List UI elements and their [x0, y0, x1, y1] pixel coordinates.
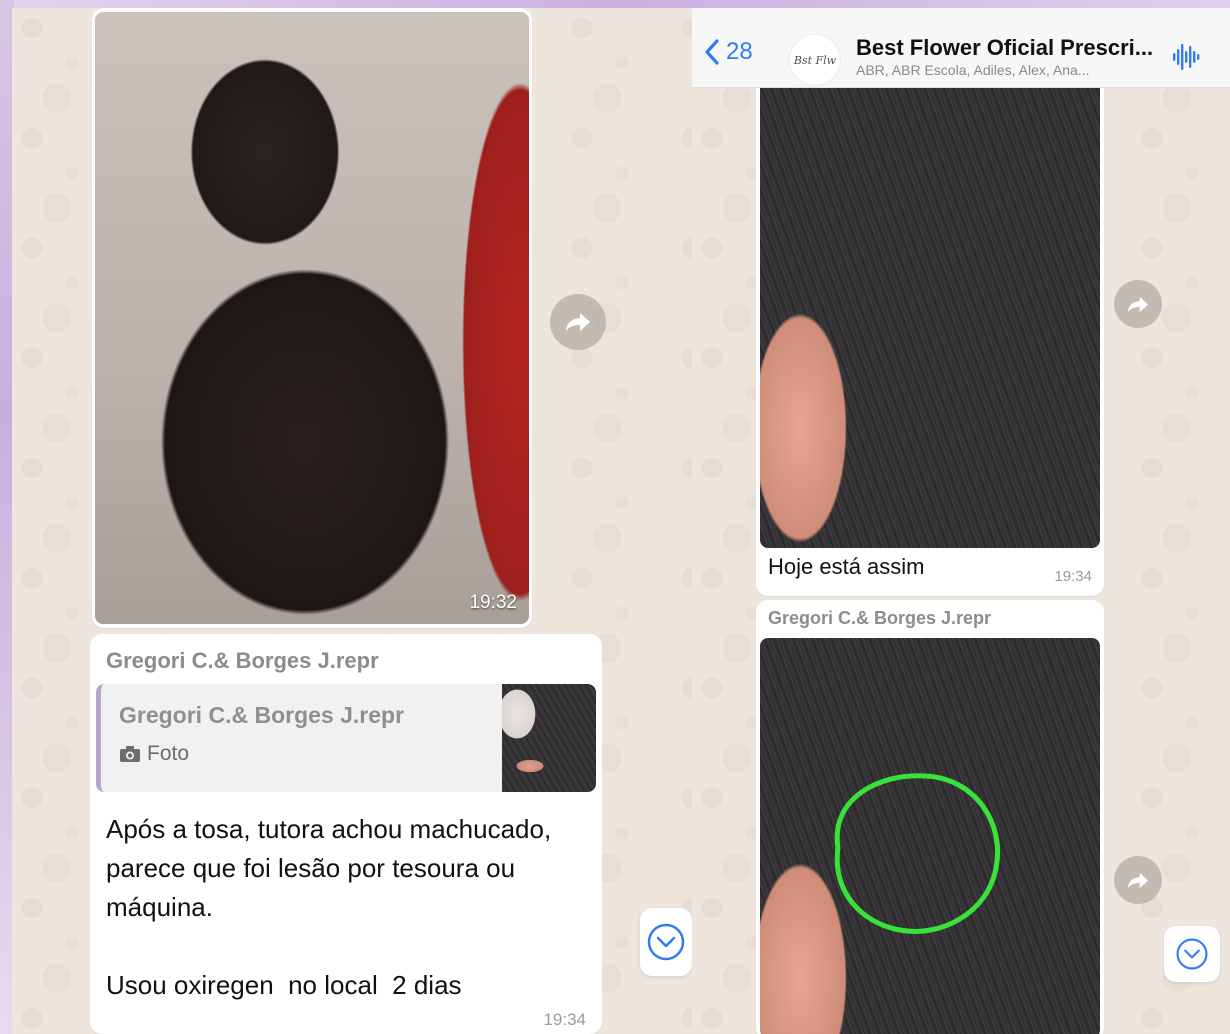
back-button[interactable]: 28: [704, 38, 753, 66]
forward-icon: [1127, 872, 1149, 888]
quoted-message[interactable]: Gregori C.& Borges J.repr Foto: [96, 684, 596, 792]
photo-caption: Hoje está assim: [768, 554, 925, 579]
group-members[interactable]: ABR, ABR Escola, Adiles, Alex, Ana...: [856, 62, 1089, 78]
sender-name[interactable]: Gregori C.& Borges J.repr: [768, 608, 991, 629]
voice-waveform-icon[interactable]: [1172, 42, 1200, 72]
chat-header[interactable]: 28 Bst Flw Best Flower Oficial Prescri..…: [692, 8, 1230, 88]
forward-button[interactable]: [550, 294, 606, 350]
dog-photo[interactable]: 19:32: [95, 12, 529, 624]
forward-button[interactable]: [1114, 856, 1162, 904]
unread-count[interactable]: 28: [726, 38, 753, 66]
photo-message-bubble[interactable]: Gregori C.& Borges J.repr: [756, 600, 1104, 1034]
reply-message-bubble[interactable]: Gregori C.& Borges J.repr Gregori C.& Bo…: [90, 634, 602, 1034]
highlight-circle: [834, 773, 1000, 934]
chevron-down-circle-icon: [647, 923, 685, 961]
forward-icon: [566, 313, 590, 331]
chevron-left-icon: [705, 39, 719, 65]
camera-icon: [120, 746, 140, 762]
fur-photo[interactable]: [760, 88, 1100, 548]
group-name[interactable]: Best Flower Oficial Prescri...: [856, 35, 1153, 61]
chevron-down-circle-icon: [1176, 938, 1208, 970]
message-time: 19:34: [543, 1010, 586, 1029]
group-avatar[interactable]: Bst Flw: [789, 34, 841, 86]
scroll-to-bottom-button[interactable]: [1164, 926, 1220, 982]
photo-message-bubble[interactable]: Hoje está assim 19:34: [756, 68, 1104, 596]
quoted-sender-name: Gregori C.& Borges J.repr: [119, 702, 405, 728]
fur-photo-annotated[interactable]: [760, 638, 1100, 1034]
quoted-type: Foto: [119, 742, 189, 766]
forward-icon: [1127, 296, 1149, 312]
scroll-to-bottom-button[interactable]: [640, 908, 692, 976]
chat-panel-right[interactable]: Hoje está assim 19:34 Gregori C.& Borges…: [692, 8, 1230, 1034]
chat-panel-left[interactable]: 19:32 Gregori C.& Borges J.repr Gregori …: [12, 8, 692, 1034]
photo-message-bubble[interactable]: 19:32: [92, 8, 532, 628]
quoted-photo-thumbnail: [502, 684, 596, 792]
forward-button[interactable]: [1114, 280, 1162, 328]
quoted-type-label: Foto: [147, 742, 190, 765]
message-text: Após a tosa, tutora achou machucado, par…: [106, 814, 552, 1000]
avatar-logo-text: Bst Flw: [793, 53, 837, 67]
message-time: 19:32: [469, 592, 517, 613]
message-time: 19:34: [1054, 568, 1092, 585]
sender-name[interactable]: Gregori C.& Borges J.repr: [106, 648, 379, 674]
